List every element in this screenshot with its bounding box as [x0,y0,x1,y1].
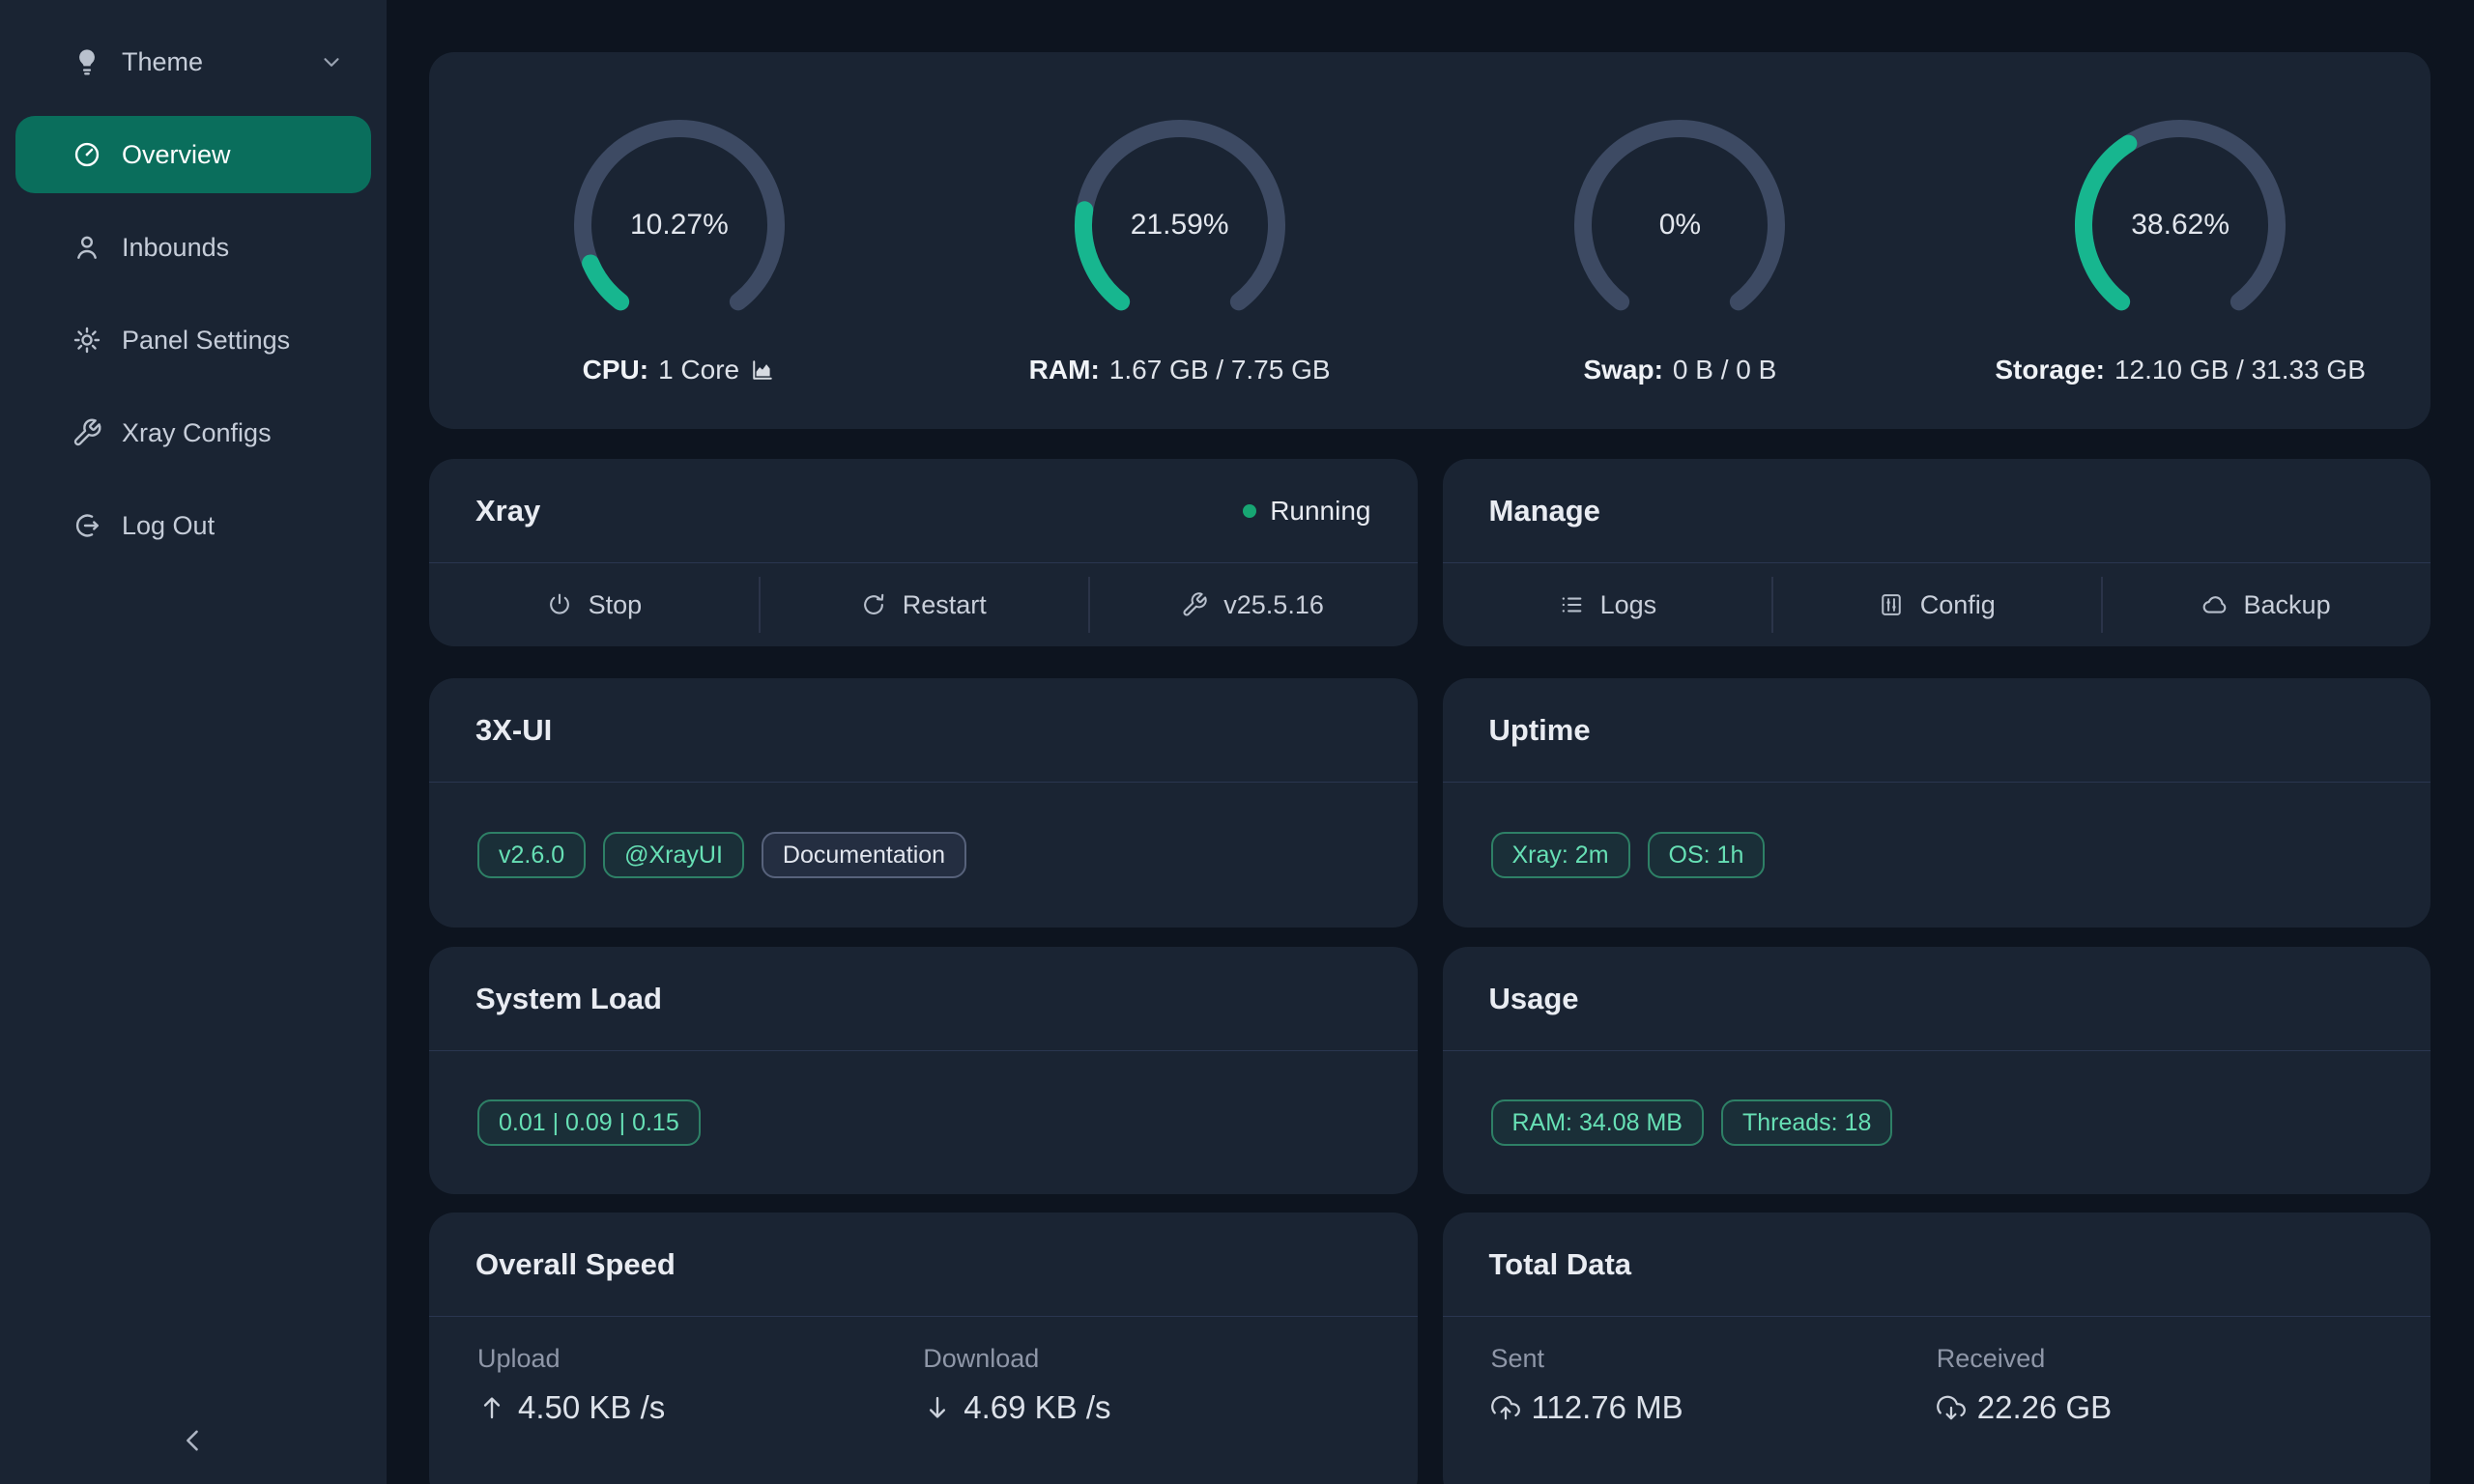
lightbulb-icon [72,46,102,77]
xui-card: 3X-UI v2.6.0 @XrayUI Documentation [429,678,1418,928]
ram-percent: 21.59% [1064,109,1296,341]
usage-card: Usage RAM: 34.08 MB Threads: 18 [1443,947,2431,1194]
sidebar-item-log-out[interactable]: Log Out [15,487,371,564]
ram-gauge: 21.59% RAM: 1.67 GB / 7.75 GB [930,109,1430,385]
sent-metric: Sent 112.76 MB [1491,1344,1937,1484]
sidebar-item-label: Xray Configs [122,418,272,448]
upload-label: Upload [477,1344,923,1374]
download-label: Download [923,1344,1368,1374]
ram-usage-tag: RAM: 34.08 MB [1491,1099,1704,1146]
system-gauges-card: 10.27% CPU: 1 Core 21.59% [429,52,2431,429]
manage-card: Manage Logs [1443,459,2431,646]
uptime-card: Uptime Xray: 2m OS: 1h [1443,678,2431,928]
download-metric: Download 4.69 KB /s [923,1344,1368,1484]
xray-card: Xray Running Stop [429,459,1418,646]
area-chart-icon[interactable] [749,357,776,384]
upload-value: 4.50 KB /s [518,1389,665,1426]
sidebar-item-xray-configs[interactable]: Xray Configs [15,394,371,471]
xray-card-title: Xray [475,494,540,528]
system-load-card: System Load 0.01 | 0.09 | 0.15 [429,947,1418,1194]
storage-percent: 38.62% [2064,109,2296,341]
sidebar-item-label: Theme [122,47,203,77]
sidebar-item-overview[interactable]: Overview [15,116,371,193]
sidebar-item-theme[interactable]: Theme [15,23,371,100]
xray-status-badge: Running [1243,496,1370,527]
power-icon [546,591,573,618]
system-load-title: System Load [475,982,662,1016]
logout-icon [72,510,102,541]
swap-percent: 0% [1564,109,1796,341]
sidebar: Theme Overview Inbounds Panel Settings [0,0,387,1484]
stop-button[interactable]: Stop [429,563,759,646]
xrayui-link-tag[interactable]: @XrayUI [603,832,744,878]
arrow-down-icon [923,1393,952,1422]
restart-button[interactable]: Restart [759,563,1088,646]
cpu-percent: 10.27% [563,109,795,341]
sidebar-item-inbounds[interactable]: Inbounds [15,209,371,286]
manage-card-title: Manage [1489,494,1600,528]
ram-caption: RAM: 1.67 GB / 7.75 GB [1029,355,1331,385]
total-data-card: Total Data Sent 112.76 MB [1443,1213,2431,1484]
upload-metric: Upload 4.50 KB /s [477,1344,923,1484]
usage-card-title: Usage [1489,982,1579,1016]
xui-card-title: 3X-UI [475,713,552,748]
cpu-caption: CPU: 1 Core [583,355,777,385]
arrow-up-icon [477,1393,506,1422]
cpu-gauge: 10.27% CPU: 1 Core [429,109,930,385]
received-value: 22.26 GB [1977,1389,2112,1426]
xray-version-button[interactable]: v25.5.16 [1088,563,1418,646]
xray-status-text: Running [1270,496,1370,527]
received-metric: Received 22.26 GB [1937,1344,2382,1484]
swap-gauge: 0% Swap: 0 B / 0 B [1430,109,1931,385]
sent-label: Sent [1491,1344,1937,1374]
logs-button[interactable]: Logs [1443,563,1772,646]
gear-icon [72,325,102,356]
storage-caption: Storage: 12.10 GB / 31.33 GB [1995,355,2366,385]
cloud-download-icon [1937,1393,1966,1422]
cloud-upload-icon [1491,1393,1520,1422]
os-uptime-tag: OS: 1h [1648,832,1766,878]
xui-version-tag[interactable]: v2.6.0 [477,832,586,878]
sidebar-item-label: Log Out [122,511,215,541]
sidebar-item-label: Inbounds [122,233,229,263]
sliders-icon [1878,591,1905,618]
load-average-tag: 0.01 | 0.09 | 0.15 [477,1099,701,1146]
list-icon [1558,591,1585,618]
uptime-card-title: Uptime [1489,713,1591,748]
running-dot-icon [1243,504,1256,518]
swap-caption: Swap: 0 B / 0 B [1583,355,1776,385]
storage-gauge: 38.62% Storage: 12.10 GB / 31.33 GB [1930,109,2431,385]
threads-tag: Threads: 18 [1721,1099,1892,1146]
chevron-left-icon [177,1424,210,1457]
cloud-icon [2201,591,2229,618]
xray-uptime-tag: Xray: 2m [1491,832,1630,878]
sidebar-item-label: Overview [122,140,231,170]
received-label: Received [1937,1344,2382,1374]
gauge-icon [72,139,102,170]
download-value: 4.69 KB /s [964,1389,1110,1426]
chevron-down-icon [319,49,344,74]
overall-speed-title: Overall Speed [475,1247,676,1282]
wrench-icon [1181,591,1208,618]
sent-value: 112.76 MB [1532,1389,1683,1426]
refresh-icon [860,591,887,618]
overall-speed-card: Overall Speed Upload 4.50 KB /s [429,1213,1418,1484]
sidebar-collapse-button[interactable] [0,1424,387,1457]
sidebar-item-panel-settings[interactable]: Panel Settings [15,301,371,379]
sidebar-item-label: Panel Settings [122,326,290,356]
total-data-title: Total Data [1489,1247,1632,1282]
documentation-tag[interactable]: Documentation [762,832,966,878]
user-icon [72,232,102,263]
main-content: 10.27% CPU: 1 Core 21.59% [429,52,2431,1484]
config-button[interactable]: Config [1771,563,2101,646]
wrench-icon [72,417,102,448]
backup-button[interactable]: Backup [2101,563,2431,646]
